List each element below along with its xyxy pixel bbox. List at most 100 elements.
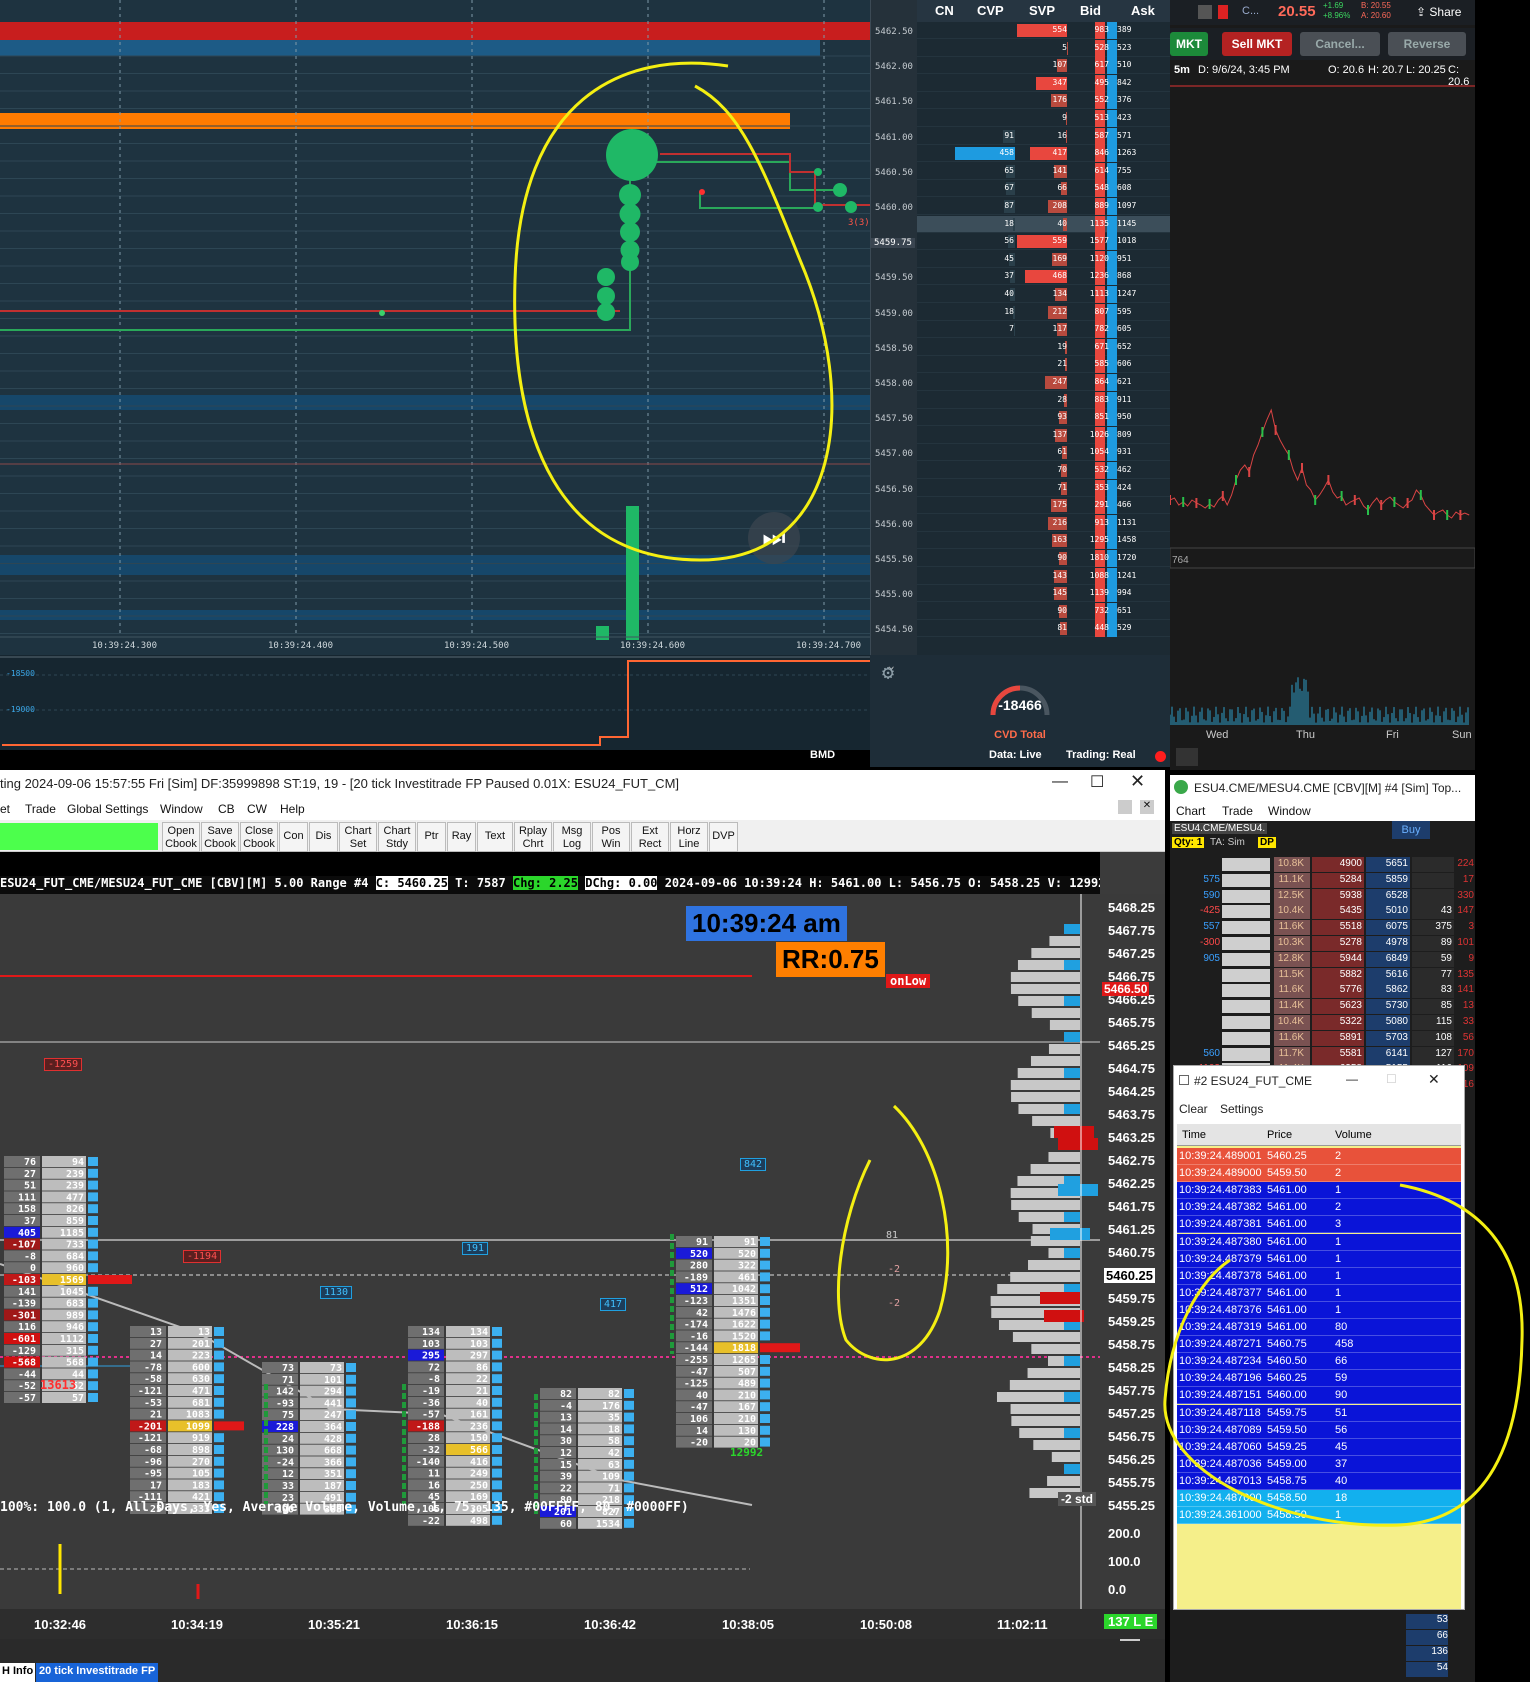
ladder-row[interactable]: 163 1295 1458 — [917, 532, 1170, 550]
toolbar-button-dvp[interactable]: DVP — [709, 822, 738, 852]
close-icon[interactable]: ✕ — [1130, 771, 1145, 792]
ladder-row[interactable]: 90 732 651 — [917, 602, 1170, 620]
ts-row[interactable]: 10:39:24.487379 5461.00 1 — [1177, 1250, 1461, 1268]
ladder-row[interactable]: 7 117 782 605 — [917, 321, 1170, 339]
tab-investitrade[interactable]: 20 tick Investitrade FP — [36, 1663, 159, 1682]
menu-item-chart[interactable]: Chart — [1176, 804, 1205, 818]
header-volume[interactable]: Volume — [1335, 1129, 1372, 1141]
ladder-row[interactable]: 107 617 510 — [917, 57, 1170, 75]
ladder-row[interactable]: 458 417 846 1263 — [917, 145, 1170, 163]
ladder-row[interactable]: 145 1139 994 — [917, 585, 1170, 603]
dom-row[interactable]: 590 12.5K 5938 6528 330 — [1170, 888, 1475, 904]
ladder-row[interactable]: 137 1026 809 — [917, 426, 1170, 444]
col-cvp[interactable]: CVP — [977, 3, 1004, 18]
ts-row[interactable]: 10:39:24.489000 5459.50 2 — [1177, 1165, 1461, 1183]
toolbar-button-open[interactable]: Open Cbook — [162, 822, 200, 852]
dom-row[interactable]: -425 10.4K 5435 5010 43 147 — [1170, 904, 1475, 920]
menu-item-help[interactable]: Help — [280, 802, 305, 816]
ladder-row[interactable]: 56 559 1577 1018 — [917, 233, 1170, 251]
toolbar-button-ptr[interactable]: Ptr — [417, 822, 446, 852]
play-next-icon[interactable]: ⏭ — [748, 512, 800, 564]
flag-icon[interactable] — [1218, 5, 1228, 19]
ts-row[interactable]: 10:39:24.487377 5461.00 1 — [1177, 1284, 1461, 1302]
ladder-row[interactable]: 70 532 462 — [917, 462, 1170, 479]
dom-row[interactable]: 905 12.8K 5944 6849 59 9 — [1170, 951, 1475, 967]
toolbar-button-chart[interactable]: Chart Set — [339, 822, 377, 852]
menu-item-global-settings[interactable]: Global Settings — [67, 802, 148, 816]
maximize-icon[interactable]: ☐ — [1386, 1072, 1397, 1086]
dom-row[interactable]: -300 10.3K 5278 4978 89 101 — [1170, 936, 1475, 951]
toolbar-button-text[interactable]: Text — [477, 822, 513, 852]
ladder-row[interactable]: 37 468 1236 868 — [917, 268, 1170, 286]
ladder-row[interactable]: 18 212 807 595 — [917, 303, 1170, 321]
cancel-button[interactable]: Cancel... — [1300, 32, 1380, 56]
ladder-row[interactable]: 176 552 376 — [917, 92, 1170, 110]
reverse-button[interactable]: Reverse — [1388, 32, 1466, 56]
header-time[interactable]: Time — [1182, 1129, 1206, 1141]
ts-row[interactable]: 10:39:24.487060 5459.25 45 — [1177, 1438, 1461, 1456]
menu-item-trade[interactable]: Trade — [1222, 804, 1253, 818]
close-icon[interactable]: ✕ — [1428, 1071, 1440, 1088]
ts-row[interactable]: 10:39:24.487380 5461.00 1 — [1177, 1233, 1461, 1251]
ts-row[interactable]: 10:39:24.487383 5461.00 1 — [1177, 1182, 1461, 1200]
timeframe[interactable]: 5m — [1174, 64, 1190, 76]
ladder-row[interactable]: 81 448 529 — [917, 620, 1170, 638]
dom-row[interactable]: 557 11.6K 5518 6075 375 3 — [1170, 920, 1475, 936]
minimize-icon[interactable]: — — [1052, 773, 1068, 791]
minimize-icon[interactable]: — — [1346, 1072, 1358, 1086]
toolbar-button-ext[interactable]: Ext Rect — [631, 822, 669, 852]
ladder-row[interactable]: 9 513 423 — [917, 110, 1170, 127]
dom-row[interactable]: 11.6K 5891 5703 108 56 — [1170, 1030, 1475, 1046]
menu-item-cb[interactable]: CB — [218, 802, 235, 816]
ts-row[interactable]: 10:39:24.487381 5461.00 3 — [1177, 1216, 1461, 1234]
dom-row[interactable]: 10.8K 4900 5651 224 — [1170, 857, 1475, 872]
ladder-row[interactable]: 28 883 911 — [917, 391, 1170, 409]
ladder-row[interactable]: 247 864 621 — [917, 374, 1170, 391]
maximize-icon[interactable]: ☐ — [1090, 772, 1104, 792]
ts-row[interactable]: 10:39:24.487036 5459.00 37 — [1177, 1455, 1461, 1473]
dom-row[interactable]: 575 11.1K 5284 5859 17 — [1170, 872, 1475, 888]
dom-ladder[interactable]: 554 983 389 5 528 523 107 617 510 347 495 842 176 552… — [917, 0, 1170, 655]
ts-row[interactable]: 10:39:24.487319 5461.00 80 — [1177, 1319, 1461, 1336]
clear-button[interactable]: Clear — [1179, 1102, 1208, 1116]
dom-row[interactable]: 11.4K 5623 5730 85 13 — [1170, 999, 1475, 1015]
ladder-row[interactable]: 61 1054 931 — [917, 444, 1170, 462]
ladder-row[interactable]: 143 1088 1241 — [917, 567, 1170, 585]
menu-item[interactable]: et — [0, 802, 10, 816]
tab-info[interactable]: H Info — [0, 1663, 36, 1682]
col-cn[interactable]: CN — [935, 3, 954, 18]
ladder-row[interactable]: 90 1810 1720 — [917, 550, 1170, 567]
ladder-row[interactable]: 18 40 1135 1145 — [917, 215, 1170, 233]
ladder-row[interactable]: 21 585 606 — [917, 356, 1170, 374]
ladder-row[interactable]: 19 671 652 — [917, 338, 1170, 356]
mini-chart-panel[interactable]: 5m D: 9/6/24, 3:45 PM O: 20.6 H: 20.7 L:… — [1169, 0, 1476, 770]
toolbar-button-dis[interactable]: Dis — [309, 822, 338, 852]
dom-row[interactable]: 11.6K 5776 5862 83 141 — [1170, 983, 1475, 999]
ts-row[interactable]: 10:39:24.487089 5459.50 56 — [1177, 1421, 1461, 1439]
toolbar-button-pos[interactable]: Pos Win — [592, 822, 630, 852]
time-and-sales-window[interactable]: #2 ESU24_FUT_CME — ☐ ✕ Clear Settings Ti… — [1173, 1065, 1465, 1610]
toolbar-button-rplay[interactable]: Rplay Chrt — [514, 822, 552, 852]
menu-item-window[interactable]: Window — [160, 802, 203, 816]
ladder-row[interactable]: 45 169 1120 951 — [917, 250, 1170, 268]
ts-row[interactable]: 10:39:24.487382 5461.00 2 — [1177, 1199, 1461, 1217]
toolbar-button-ray[interactable]: Ray — [447, 822, 476, 852]
dom-row[interactable]: 560 11.7K 5581 6141 127 170 — [1170, 1046, 1475, 1062]
ts-row[interactable]: 10:39:24.361000 5458.50 1 — [1177, 1507, 1461, 1525]
ladder-row[interactable]: 5 528 523 — [917, 39, 1170, 57]
ladder-row[interactable]: 347 495 842 — [917, 74, 1170, 92]
ts-row[interactable]: 10:39:24.487378 5461.00 1 — [1177, 1267, 1461, 1285]
dom-row[interactable]: 11.5K 5882 5616 77 135 — [1170, 967, 1475, 983]
ts-row[interactable]: 10:39:24.487013 5458.75 40 — [1177, 1472, 1461, 1490]
menu-item-window[interactable]: Window — [1268, 804, 1311, 818]
ts-row[interactable]: 10:39:24.487151 5460.00 90 — [1177, 1387, 1461, 1405]
ladder-row[interactable]: 71 353 424 — [917, 479, 1170, 497]
ts-row[interactable]: 10:39:24.487271 5460.75 458 — [1177, 1336, 1461, 1354]
ladder-row[interactable]: 40 134 1113 1247 — [917, 286, 1170, 303]
tape-bubble-chart[interactable]: 10:39:24.300 10:39:24.400 10:39:24.500 1… — [0, 0, 870, 655]
toolbar-button-chart[interactable]: Chart Stdy — [378, 822, 416, 852]
toolbar-button-con[interactable]: Con — [279, 822, 308, 852]
ts-row[interactable]: 10:39:24.487234 5460.50 66 — [1177, 1353, 1461, 1371]
ts-row[interactable]: 10:39:24.487376 5461.00 1 — [1177, 1301, 1461, 1319]
footprint-chart[interactable]: 76 94 27 239 51 239 111 477 158 826 37 859 405 1185 -1… — [0, 894, 1100, 1609]
